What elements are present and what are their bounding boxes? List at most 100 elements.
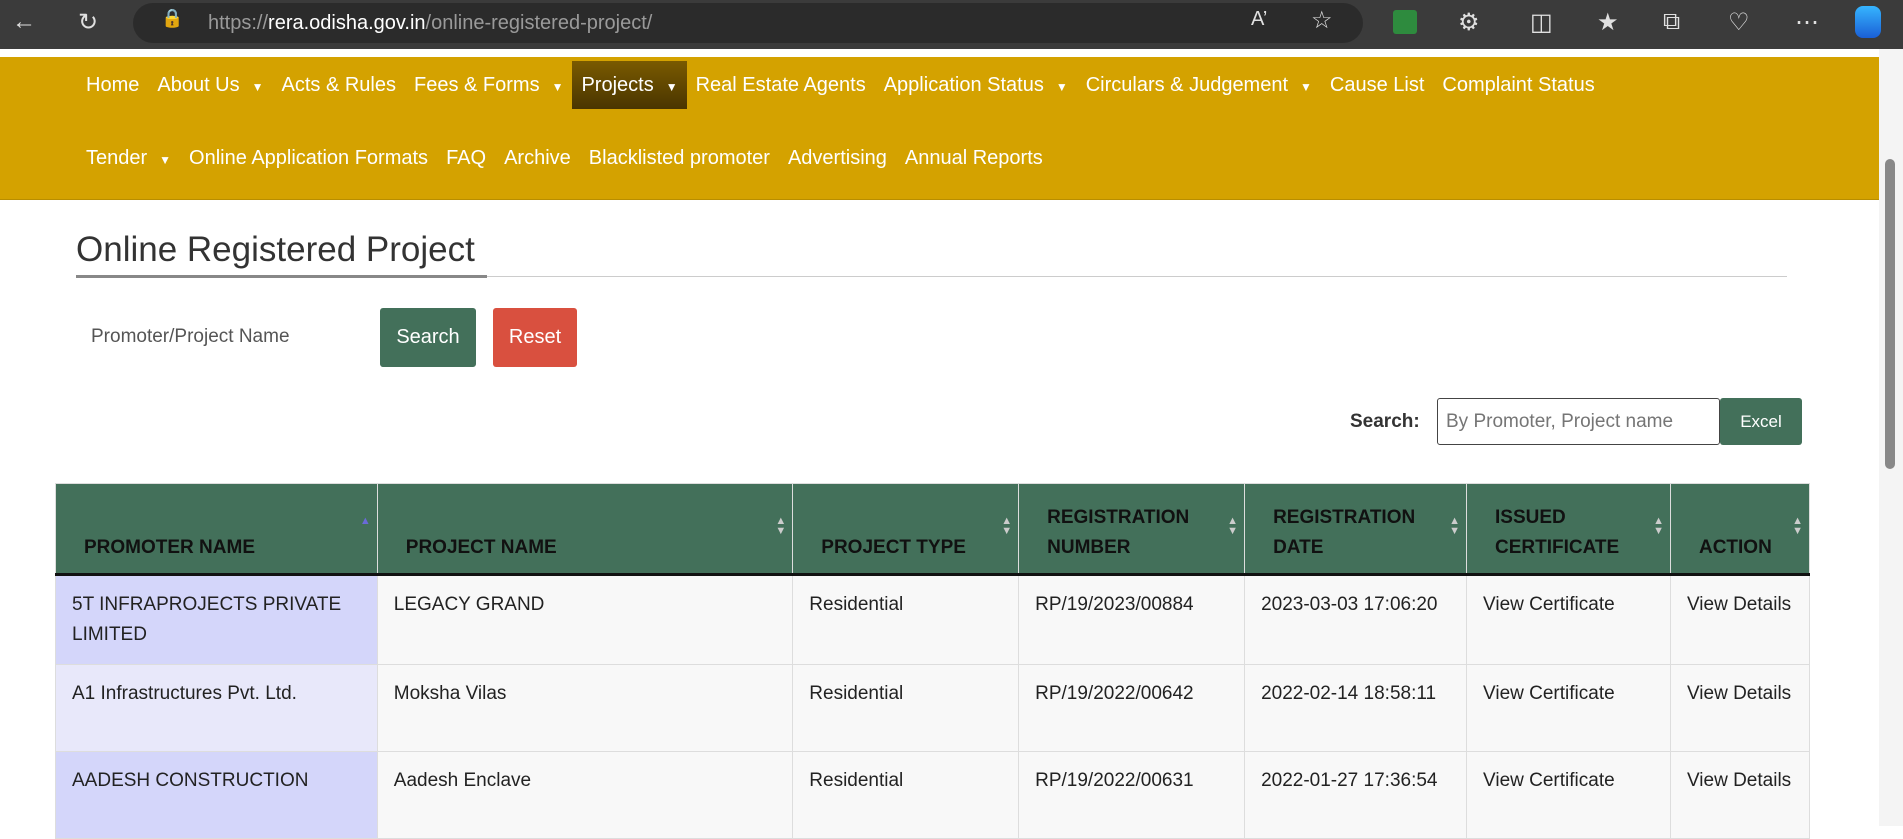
favorites-icon[interactable]: ★ [1597, 8, 1619, 37]
nav-item-label: Annual Reports [904, 147, 1043, 169]
nav-item-faq[interactable]: FAQ [437, 134, 495, 182]
column-header[interactable]: PROJECT TYPE ▲ ▼ [792, 483, 1020, 576]
table-cell: A1 Infrastructures Pvt. Ltd. [55, 664, 378, 752]
table-cell: Residential [792, 574, 1020, 665]
nav-item-fees-forms[interactable]: Fees & Forms ▼ [405, 61, 572, 109]
caret-down-icon: ▼ [251, 80, 264, 94]
table-cell: Aadesh Enclave [376, 751, 794, 839]
nav-item-archive[interactable]: Archive [495, 134, 580, 182]
nav-item-annual-reports[interactable]: Annual Reports [896, 134, 1052, 182]
extensions-puzzle-icon[interactable]: ⚙ [1458, 8, 1480, 37]
sort-icon[interactable]: ▲ ▼ [1792, 516, 1803, 537]
health-icon[interactable]: ♡ [1728, 8, 1750, 37]
nav-item-real-estate-agents[interactable]: Real Estate Agents [687, 61, 875, 109]
nav-item-label: Online Application Formats [189, 147, 429, 169]
refresh-icon[interactable]: ↻ [78, 8, 98, 37]
table-cell: LEGACY GRAND [376, 574, 794, 665]
nav-item-label: Advertising [787, 147, 887, 169]
browser-toolbar: ← ↻ 🔒 https://rera.odisha.gov.in/online-… [0, 0, 1903, 49]
collections-icon[interactable]: ⧉ [1663, 8, 1680, 36]
column-header[interactable]: REGISTRATION NUMBER ▲ ▼ [1018, 483, 1246, 576]
caret-down-icon: ▼ [159, 153, 172, 167]
url-text: https://rera.odisha.gov.in/online-regist… [208, 12, 653, 34]
column-header[interactable]: ISSUED CERTIFICATE ▲ ▼ [1466, 483, 1671, 576]
favorite-star-icon[interactable]: ☆ [1311, 6, 1333, 35]
nav-item-label: Real Estate Agents [695, 74, 866, 96]
column-header-label: ACTION [1698, 537, 1772, 558]
nav-item-tender[interactable]: Tender ▼ [77, 134, 180, 182]
view-details-link[interactable]: View Details [1669, 751, 1811, 839]
column-header[interactable]: PROMOTER NAME ▲ [55, 483, 378, 576]
view-certificate-link[interactable]: View Certificate [1466, 664, 1671, 752]
nav-item-label: Blacklisted promoter [588, 147, 770, 169]
column-header-label: REGISTRATION NUMBER [1047, 507, 1190, 558]
search-button[interactable]: Search [380, 308, 476, 367]
caret-down-icon: ▼ [1300, 80, 1312, 94]
back-icon[interactable]: ← [12, 8, 36, 36]
column-header-label: PROJECT TYPE [821, 537, 966, 558]
lock-icon: 🔒 [161, 8, 184, 28]
nav-item-application-status[interactable]: Application Status ▼ [875, 61, 1077, 109]
nav-item-label: FAQ [446, 147, 487, 169]
nav-item-acts-rules[interactable]: Acts & Rules [273, 61, 405, 109]
table-cell: RP/19/2022/00642 [1018, 664, 1246, 752]
page-scrollbar[interactable] [1879, 49, 1903, 826]
extension-icon[interactable] [1393, 10, 1417, 34]
copilot-icon[interactable] [1855, 6, 1881, 38]
caret-down-icon: ▼ [551, 80, 564, 94]
nav-item-circulars-judgement[interactable]: Circulars & Judgement ▼ [1077, 61, 1321, 109]
nav-item-blacklisted-promoter[interactable]: Blacklisted promoter [580, 134, 779, 182]
more-icon[interactable]: ⋯ [1795, 8, 1819, 37]
address-bar[interactable]: 🔒 https://rera.odisha.gov.in/online-regi… [133, 3, 1363, 43]
sort-icon[interactable]: ▲ [360, 516, 371, 527]
nav-item-online-application-formats[interactable]: Online Application Formats [180, 134, 437, 182]
table-cell: 2022-01-27 17:36:54 [1244, 751, 1468, 839]
column-header[interactable]: PROJECT NAME ▲ ▼ [376, 483, 794, 576]
table-row: AADESH CONSTRUCTION Aadesh Enclave Residen… [55, 751, 1811, 839]
reset-button[interactable]: Reset [493, 308, 577, 367]
nav-item-home[interactable]: Home [77, 61, 148, 109]
split-screen-icon[interactable]: ◫ [1530, 8, 1553, 37]
title-underline [76, 275, 487, 278]
nav-item-label: Projects [581, 74, 654, 96]
nav-item-advertising[interactable]: Advertising [779, 134, 896, 182]
nav-item-label: Acts & Rules [281, 74, 396, 96]
column-header[interactable]: REGISTRATION DATE ▲ ▼ [1244, 483, 1468, 576]
table-cell: Moksha Vilas [376, 664, 794, 752]
table-cell: Residential [792, 664, 1020, 752]
nav-item-label: Cause List [1329, 74, 1425, 96]
nav-item-label: Circulars & Judgement [1085, 74, 1289, 96]
caret-down-icon: ▼ [1055, 80, 1068, 94]
nav-item-label: Fees & Forms [414, 74, 540, 96]
sort-icon[interactable]: ▲ ▼ [1449, 516, 1460, 537]
sort-icon[interactable]: ▲ ▼ [1001, 516, 1012, 537]
table-cell: RP/19/2023/00884 [1018, 574, 1246, 665]
column-header[interactable]: ACTION ▲ ▼ [1669, 483, 1811, 576]
scrollbar-thumb[interactable] [1885, 159, 1895, 469]
table-search-input[interactable] [1437, 398, 1720, 445]
nav-item-complaint-status[interactable]: Complaint Status [1433, 61, 1603, 109]
view-details-link[interactable]: View Details [1669, 664, 1811, 752]
read-aloud-icon[interactable]: A’ [1251, 8, 1267, 31]
promoter-project-name-label: Promoter/Project Name [91, 326, 290, 347]
nav-item-projects[interactable]: Projects ▼ [572, 61, 687, 109]
excel-button[interactable]: Excel [1720, 398, 1802, 445]
nav-item-label: Home [86, 74, 140, 96]
table-cell: Residential [792, 751, 1020, 839]
sort-icon[interactable]: ▲ ▼ [1653, 516, 1664, 537]
nav-item-label: Application Status [883, 74, 1044, 96]
page-title: Online Registered Project [76, 230, 475, 269]
nav-item-label: Archive [504, 147, 571, 169]
table-cell: AADESH CONSTRUCTION [55, 751, 378, 839]
view-certificate-link[interactable]: View Certificate [1466, 574, 1671, 665]
sort-icon[interactable]: ▲ ▼ [775, 516, 786, 537]
table-cell: 2023-03-03 17:06:20 [1244, 574, 1468, 665]
nav-item-about-us[interactable]: About Us ▼ [148, 61, 272, 109]
view-details-link[interactable]: View Details [1669, 574, 1811, 665]
sort-icon[interactable]: ▲ ▼ [1227, 516, 1238, 537]
view-certificate-link[interactable]: View Certificate [1466, 751, 1671, 839]
nav-item-label: Tender [86, 147, 148, 169]
nav-item-cause-list[interactable]: Cause List [1321, 61, 1434, 109]
table-search-label: Search: [1350, 411, 1420, 432]
column-header-label: ISSUED CERTIFICATE [1495, 507, 1620, 558]
